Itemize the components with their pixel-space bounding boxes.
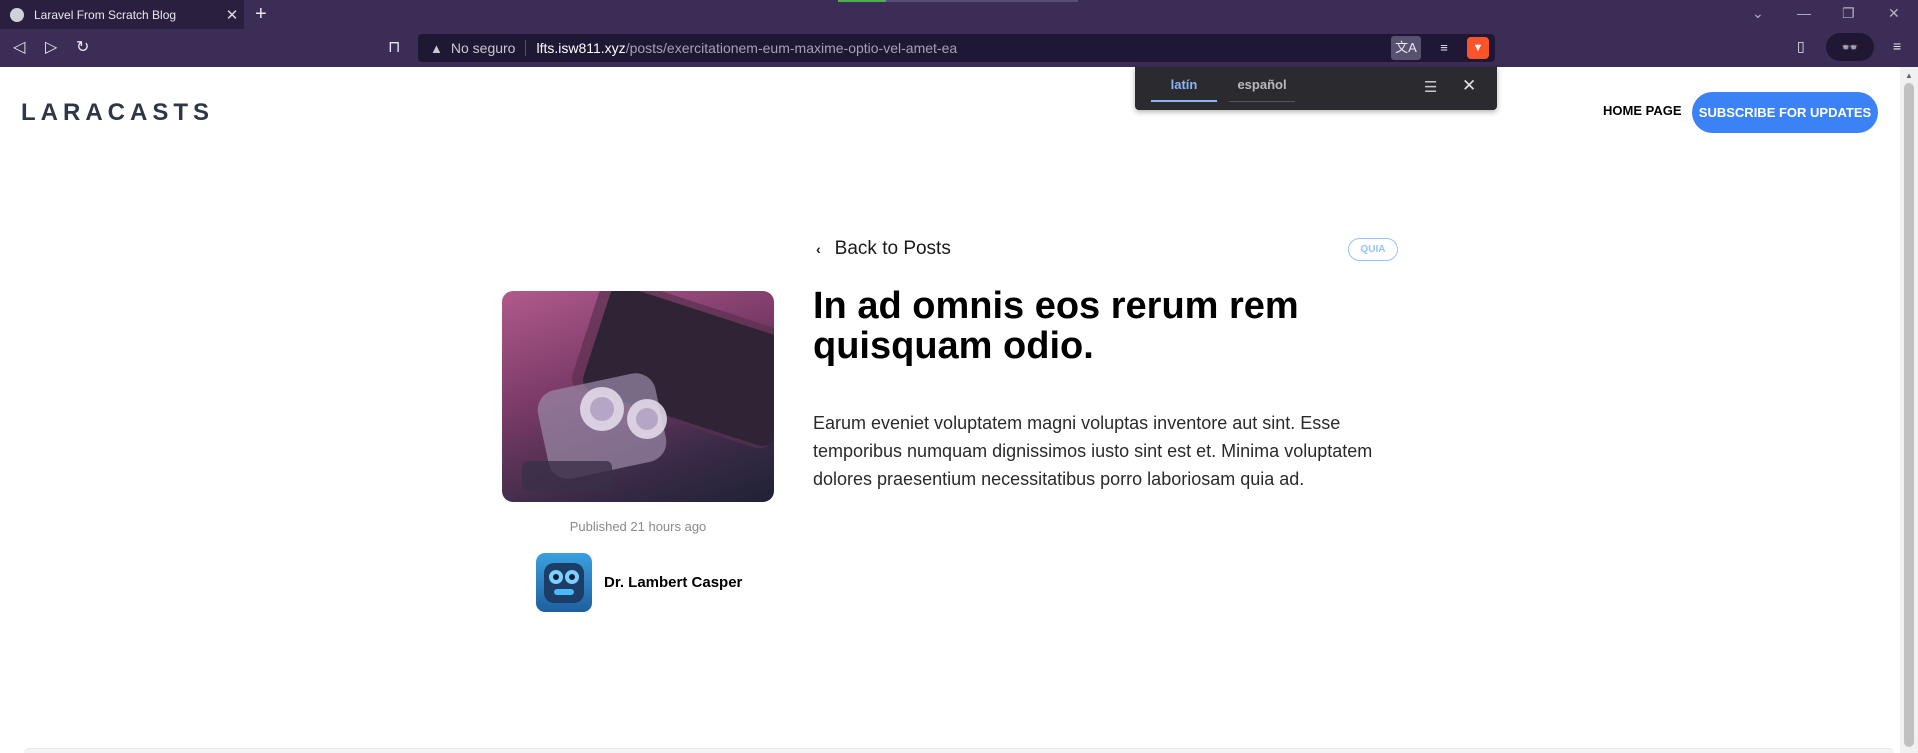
restore-icon[interactable]: ❐: [1842, 5, 1855, 22]
reader-mode-icon[interactable]: ≡: [1429, 36, 1459, 60]
back-label: Back to Posts: [834, 238, 951, 259]
tab-title: Laravel From Scratch Blog: [34, 7, 177, 22]
category-badge[interactable]: QUIA: [1348, 238, 1398, 261]
private-window-icon[interactable]: 👓: [1826, 33, 1874, 61]
menu-icon[interactable]: ≡: [1893, 38, 1901, 54]
address-bar[interactable]: ▲ No seguro lfts.isw811.xyz/posts/exerci…: [418, 34, 1495, 62]
window-close-icon[interactable]: ✕: [1888, 5, 1900, 22]
bookmark-icon[interactable]: ⊓: [388, 38, 400, 58]
minimize-icon[interactable]: —: [1797, 5, 1811, 21]
browser-toolbar: ◁ ▷ ↻ ⊓ ▲ No seguro lfts.isw811.xyz/post…: [0, 29, 1918, 67]
browser-tab-bar: Laravel From Scratch Blog ✕ + ⌄ — ❐ ✕: [0, 0, 1918, 29]
author-avatar: [536, 553, 592, 612]
subscribe-button[interactable]: SUBSCRIBE FOR UPDATES: [1692, 92, 1878, 133]
author-name: Dr. Lambert Casper: [604, 574, 743, 591]
translate-target-tab[interactable]: español: [1229, 77, 1295, 102]
post-thumbnail: [502, 291, 774, 502]
url-path: /posts/exercitationem-eum-maxime-optio-v…: [625, 40, 958, 56]
address-bar-actions: 文A ≡ ▼: [1391, 36, 1489, 60]
globe-icon: [10, 7, 24, 22]
tab-search-icon[interactable]: ⌄: [1752, 5, 1764, 22]
sidebar-icon[interactable]: ▯: [1797, 38, 1805, 55]
back-icon[interactable]: ◁: [13, 38, 25, 58]
warning-icon[interactable]: ▲: [430, 41, 443, 56]
security-label[interactable]: No seguro: [451, 40, 516, 56]
page-scrollbar[interactable]: ▲: [1900, 67, 1918, 753]
translate-icon[interactable]: 文A: [1391, 36, 1421, 60]
translate-close-icon[interactable]: ✕: [1462, 76, 1476, 96]
back-to-posts-link[interactable]: ‹ Back to Posts: [816, 238, 951, 260]
site-logo[interactable]: LARACASTS: [21, 99, 214, 127]
nav-home-link[interactable]: HOME PAGE: [1603, 103, 1682, 118]
url-divider: [525, 40, 527, 56]
chevron-left-icon: ‹: [816, 241, 821, 257]
url-host: lfts.isw811.xyz: [536, 40, 626, 56]
published-date: Published 21 hours ago: [569, 519, 707, 534]
reload-icon[interactable]: ↻: [76, 38, 89, 58]
browser-tab[interactable]: Laravel From Scratch Blog ✕: [0, 0, 244, 29]
loading-indicator: [838, 0, 886, 2]
translate-options-icon[interactable]: ☰: [1424, 78, 1437, 96]
tab-strip-divider: [886, 0, 1078, 2]
translate-popup: latín español ☰ ✕: [1135, 67, 1497, 110]
translate-source-tab[interactable]: latín: [1151, 77, 1217, 102]
post-title: In ad omnis eos rerum rem quisquam odio.: [813, 285, 1299, 367]
brave-shields-icon[interactable]: ▼: [1467, 37, 1489, 59]
scroll-up-icon[interactable]: ▲: [1905, 71, 1913, 80]
post-body: Earum eveniet voluptatem magni voluptas …: [813, 413, 1373, 489]
new-tab-button[interactable]: +: [255, 4, 267, 24]
footer-edge: [24, 748, 1894, 753]
forward-icon[interactable]: ▷: [45, 38, 57, 58]
tab-close-icon[interactable]: ✕: [220, 6, 244, 24]
scrollbar-thumb[interactable]: [1904, 83, 1914, 747]
